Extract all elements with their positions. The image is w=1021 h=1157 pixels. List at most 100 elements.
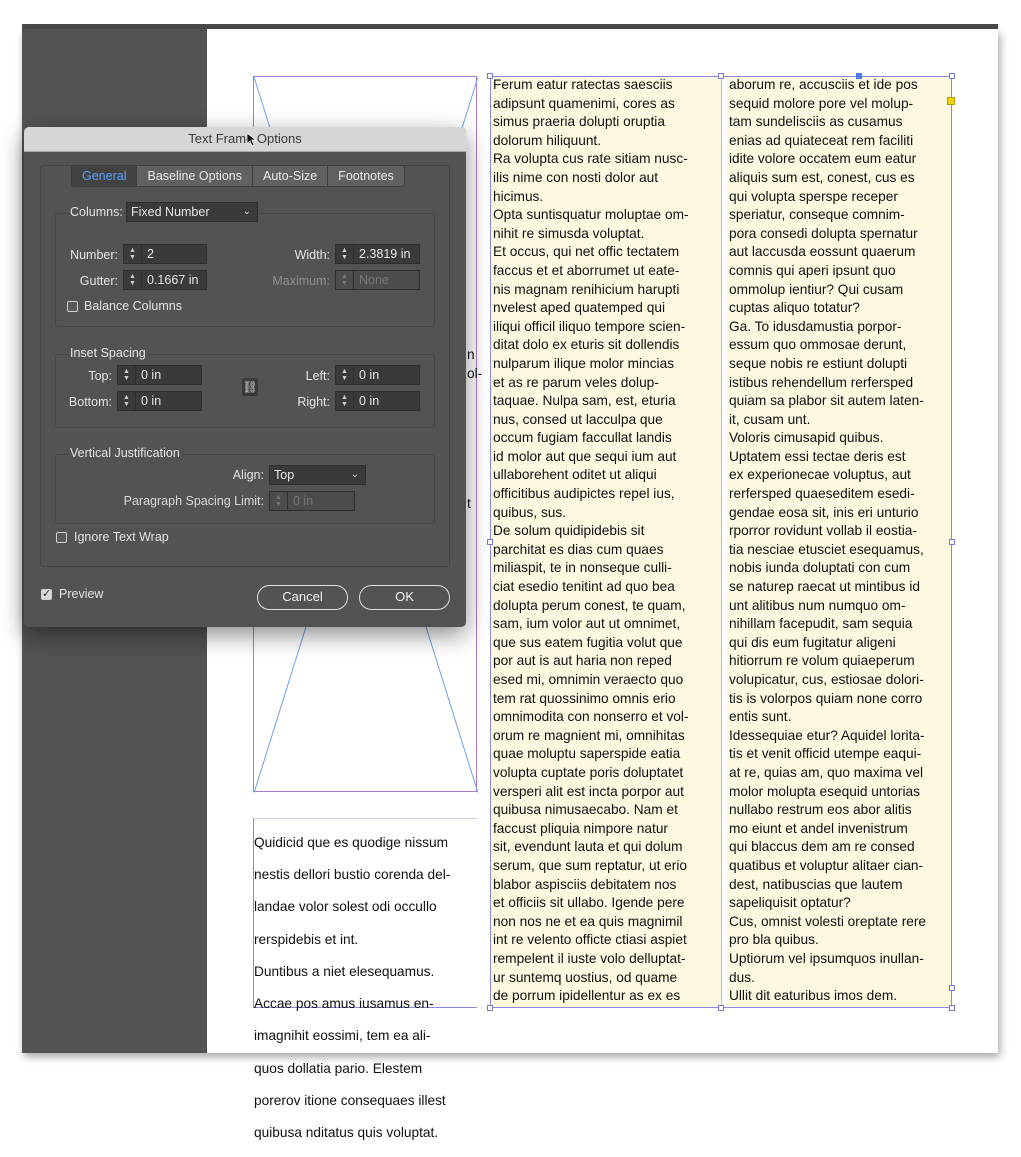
text-line: de porrum ipidellentur as ex es bbox=[493, 988, 681, 1004]
text-line: rporror rovidunt vollab il eostia- bbox=[729, 523, 917, 539]
inset-bottom-label: Bottom: bbox=[68, 395, 112, 409]
tab-general[interactable]: General bbox=[72, 166, 138, 186]
text-line: idite volore occatem eum eatur bbox=[729, 151, 917, 167]
frame-handle-bottom-right[interactable] bbox=[949, 1005, 955, 1011]
tab-auto-size[interactable]: Auto-Size bbox=[253, 166, 329, 186]
text-line: quibusa nimusaecabo. Nam et bbox=[493, 802, 678, 818]
text-line: qui blaccus dem am re consed bbox=[729, 839, 915, 855]
text-line: aut laccusda eossunt quaerum bbox=[729, 244, 916, 260]
stepper-icon[interactable]: ▲ ▼ bbox=[124, 245, 142, 263]
ok-button[interactable]: OK bbox=[359, 585, 450, 610]
text-line: qui volupta sperspe receper bbox=[729, 188, 898, 204]
text-line: molor molupta esequid untorias bbox=[729, 783, 920, 799]
maximum-label: Maximum: bbox=[272, 274, 330, 288]
text-line: quiam sa plabor sit autem laten- bbox=[729, 393, 924, 409]
text-line: blabor aspisciis debitatem nos bbox=[493, 876, 677, 892]
number-field[interactable]: ▲ ▼ 2 bbox=[123, 244, 207, 264]
cancel-button[interactable]: Cancel bbox=[257, 585, 348, 610]
frame-handle-bottom-mid[interactable] bbox=[718, 1005, 724, 1011]
stepper-icon[interactable]: ▲ ▼ bbox=[118, 366, 136, 384]
stepper-icon[interactable]: ▲ ▼ bbox=[124, 271, 142, 289]
ignore-text-wrap-checkbox[interactable] bbox=[56, 532, 67, 543]
link-chain-icon[interactable]: ⛓ bbox=[242, 378, 258, 396]
text-line: nis magnam renihicium harupti bbox=[493, 281, 680, 297]
columns-type-value: Fixed Number bbox=[131, 205, 210, 219]
preview-label: Preview bbox=[59, 587, 104, 601]
text-column-1[interactable]: Ferum eatur ratectas saesciis adipsunt qu… bbox=[491, 76, 721, 1008]
inset-left-field[interactable]: ▲ ▼ 0 in bbox=[335, 365, 420, 385]
text-line: quibus, sus. bbox=[493, 504, 567, 520]
chevron-down-icon: ⌄ bbox=[242, 206, 251, 217]
gutter-value: 0.1667 in bbox=[147, 273, 199, 287]
tab-footnotes[interactable]: Footnotes bbox=[328, 166, 404, 186]
text-line: orum re magnient mi, omnihitas bbox=[493, 727, 685, 743]
inset-bottom-field[interactable]: ▲ ▼ 0 in bbox=[117, 391, 202, 411]
tab-baseline-options[interactable]: Baseline Options bbox=[137, 166, 253, 186]
text-line: dest, natibuscias que lautem bbox=[729, 876, 903, 892]
inset-left-value: 0 in bbox=[359, 368, 380, 382]
text-line: speriatur, conseque comnim- bbox=[729, 207, 905, 223]
text-line: rerspidebis et int. bbox=[254, 931, 359, 947]
text-line: seque nobis re estiunt dolupti bbox=[729, 355, 908, 371]
text-line: essum quo ommosae derunt, bbox=[729, 337, 907, 353]
stepper-icon[interactable]: ▲ ▼ bbox=[336, 245, 354, 263]
text-line: dolupta perum conest, te quam, bbox=[493, 597, 686, 613]
frame-handle-mid-right[interactable] bbox=[949, 539, 955, 545]
frame-handle-top-mid[interactable] bbox=[718, 73, 724, 79]
text-line: Uptatem essi tectae deris est bbox=[729, 448, 906, 464]
stepper-icon[interactable]: ▲ ▼ bbox=[336, 392, 354, 410]
text-line: tis is volorpos quiam none corro bbox=[729, 690, 923, 706]
align-value: Top bbox=[274, 468, 295, 482]
in-port-handle[interactable] bbox=[856, 73, 862, 79]
frame-handle-top-right[interactable] bbox=[949, 73, 955, 79]
text-line: officitibus audipictes repel ius, bbox=[493, 486, 675, 502]
vertical-justification-label: Vertical Justification bbox=[69, 446, 181, 460]
column-gutter-line bbox=[721, 76, 722, 1008]
frame-handle-bottom-left[interactable] bbox=[487, 1005, 493, 1011]
text-line: nullabo restrum eos abor alitis bbox=[729, 802, 912, 818]
inset-top-field[interactable]: ▲ ▼ 0 in bbox=[117, 365, 202, 385]
text-line: sapeliquisit optatur? bbox=[729, 895, 851, 911]
text-line: Duntibus a niet elesequamus. bbox=[254, 963, 435, 979]
gutter-field[interactable]: ▲ ▼ 0.1667 in bbox=[123, 270, 207, 290]
align-select[interactable]: Top ⌄ bbox=[269, 465, 366, 485]
text-line: Voloris cimusapid quibus. bbox=[729, 430, 884, 446]
frame-handle-corner[interactable] bbox=[949, 985, 955, 991]
text-line: non nos ne et ea quis magnimil bbox=[493, 913, 683, 929]
stepper-icon[interactable]: ▲ ▼ bbox=[336, 366, 354, 384]
text-line: ur suntemq uostius, od quame bbox=[493, 969, 678, 985]
text-line: ilis nime con nosti dolor aut bbox=[493, 169, 659, 185]
preview-checkbox[interactable] bbox=[41, 587, 52, 600]
frame-handle-top-left[interactable] bbox=[487, 73, 493, 79]
inset-right-field[interactable]: ▲ ▼ 0 in bbox=[335, 391, 420, 411]
frame-handle-mid-left[interactable] bbox=[487, 539, 493, 545]
text-line: hitiorrum re volum quiaeperum bbox=[729, 653, 915, 669]
text-line: Ullit dit eaturibus imos dem. bbox=[729, 988, 898, 1004]
text-line: tis et venit officid utempe eaqui- bbox=[729, 746, 922, 762]
text-line: gendae eosa sit, inis eri unturio bbox=[729, 504, 919, 520]
text-column-2[interactable]: aborum re, accusciis et ide pos sequid mo… bbox=[727, 76, 951, 1008]
stepper-icon[interactable]: ▲ ▼ bbox=[118, 392, 136, 410]
columns-type-select[interactable]: Fixed Number ⌄ bbox=[126, 202, 258, 222]
text-frame-options-dialog: Text Frame Options General Baseline Opti… bbox=[24, 127, 466, 627]
text-line: landae volor solest odi occullo bbox=[254, 899, 437, 915]
text-fragment: n bbox=[467, 347, 475, 362]
vertical-justification-group bbox=[55, 454, 435, 524]
inset-right-value: 0 in bbox=[359, 394, 380, 408]
text-thread-port[interactable] bbox=[947, 97, 955, 105]
number-label: Number: bbox=[70, 248, 118, 262]
text-line: iliqui officil iliquo tempore scien- bbox=[493, 318, 686, 334]
gutter-label: Gutter: bbox=[79, 274, 118, 288]
text-line: Ra volupta cus rate sitiam nusc- bbox=[493, 151, 688, 167]
stepper-icon: ▲ ▼ bbox=[336, 271, 354, 289]
text-fragment: t bbox=[467, 496, 471, 511]
text-line: miliaspit, te in nonseque culli- bbox=[493, 560, 672, 576]
text-line: id molor aut que sequi ium aut bbox=[493, 448, 677, 464]
dialog-titlebar[interactable]: Text Frame Options bbox=[24, 127, 466, 152]
text-line: ditat dolo ex eturis sit dollendis bbox=[493, 337, 680, 353]
text-line: comnis qui aperi ipsunt quo bbox=[729, 262, 896, 278]
balance-columns-checkbox[interactable] bbox=[67, 301, 78, 312]
width-field[interactable]: ▲ ▼ 2.3819 in bbox=[335, 244, 420, 264]
text-line: nobis iunda doluptati con cum bbox=[729, 560, 911, 576]
text-line: ullaborehent oditet ut aliqui bbox=[493, 467, 657, 483]
